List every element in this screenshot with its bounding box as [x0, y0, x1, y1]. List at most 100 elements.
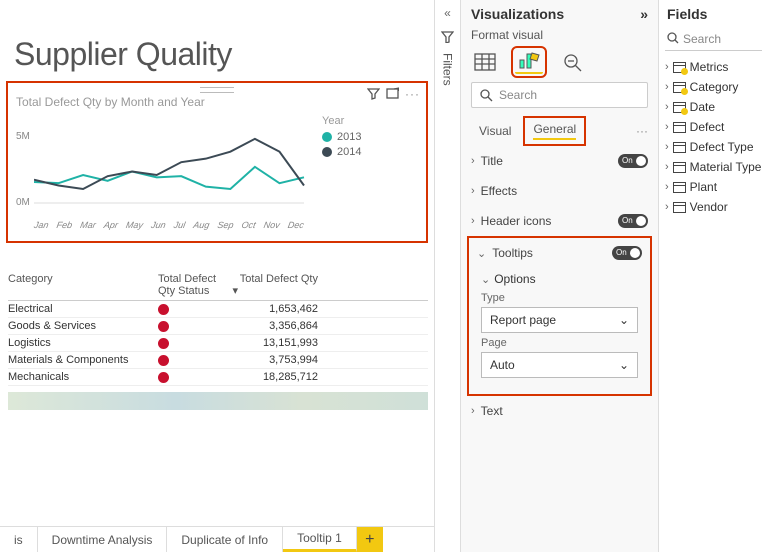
legend-item[interactable]: 2013 — [322, 131, 361, 143]
more-icon[interactable]: ··· — [405, 87, 420, 101]
col-header[interactable]: Total Defect Qty Status — [158, 273, 230, 297]
chart-legend: Year 2013 2014 — [322, 115, 361, 235]
chevron-down-icon: ⌄ — [619, 313, 629, 327]
toggle-on[interactable]: On — [618, 154, 648, 168]
x-tick: Nov — [263, 220, 281, 230]
field-item[interactable]: › Material Type — [659, 157, 768, 177]
filters-rail[interactable]: « Filters — [434, 0, 460, 552]
chevron-right-icon: › — [665, 81, 669, 93]
cell-category: Materials & Components — [8, 354, 158, 366]
chevron-down-icon: ⌄ — [619, 358, 629, 372]
chevron-right-icon: › — [471, 185, 475, 197]
table-icon — [673, 122, 686, 133]
field-item[interactable]: › Plant — [659, 177, 768, 197]
build-visual-icon[interactable] — [471, 50, 499, 74]
filter-icon[interactable] — [367, 87, 380, 100]
page-tab[interactable]: Tooltip 1 — [283, 527, 357, 552]
search-placeholder: Search — [683, 32, 721, 46]
x-tick: Feb — [56, 220, 73, 230]
legend-label: 2013 — [337, 131, 361, 143]
field-label: Date — [690, 100, 715, 114]
card-text[interactable]: ›Text — [461, 396, 658, 426]
status-dot-icon — [158, 304, 169, 315]
cell-category: Electrical — [8, 303, 158, 315]
table-icon — [673, 62, 686, 73]
legend-item[interactable]: 2014 — [322, 146, 361, 158]
page-tab[interactable]: Duplicate of Info — [167, 527, 283, 552]
format-visual-icon[interactable] — [515, 50, 543, 74]
table-row[interactable]: Mechanicals 18,285,712 — [8, 369, 428, 386]
field-label: Category — [690, 80, 739, 94]
cell-qty: 3,356,864 — [238, 320, 318, 332]
table-icon — [673, 182, 686, 193]
report-title: Supplier Quality — [14, 36, 434, 73]
chevron-right-icon: › — [471, 215, 475, 227]
table-row[interactable]: Electrical 1,653,462 — [8, 301, 428, 318]
type-select[interactable]: Report page⌄ — [481, 307, 638, 333]
card-title[interactable]: ›TitleOn — [461, 146, 658, 176]
tab-visual[interactable]: Visual — [471, 120, 519, 142]
analytics-icon[interactable] — [559, 50, 587, 74]
fields-search-input[interactable]: Search — [665, 28, 762, 51]
cell-category: Goods & Services — [8, 320, 158, 332]
chevron-down-icon: ⌄ — [477, 247, 486, 260]
drag-handle-icon[interactable] — [200, 87, 234, 93]
table-icon — [673, 82, 686, 93]
chevron-right-icon: › — [665, 201, 669, 213]
collapse-icon[interactable]: « — [444, 6, 451, 20]
type-label: Type — [481, 292, 638, 304]
table-header: Category Total Defect Qty Status▾ Total … — [8, 273, 428, 301]
options-header[interactable]: Options — [494, 272, 535, 286]
tab-general[interactable]: General — [523, 116, 586, 146]
field-item[interactable]: › Metrics — [659, 57, 768, 77]
fields-title: Fields — [659, 0, 768, 28]
table-icon — [673, 162, 686, 173]
toggle-on[interactable]: On — [618, 214, 648, 228]
field-item[interactable]: › Defect — [659, 117, 768, 137]
focus-mode-icon[interactable] — [386, 87, 399, 100]
field-label: Metrics — [690, 60, 729, 74]
add-page-button[interactable]: + — [357, 527, 383, 552]
panel-title: Visualizations — [471, 6, 564, 22]
field-label: Plant — [690, 180, 717, 194]
format-search-input[interactable]: Search — [471, 82, 648, 108]
chevron-right-icon: › — [471, 155, 475, 167]
tooltips-header[interactable]: ⌄TooltipsOn — [469, 240, 650, 266]
y-tick: 0M — [16, 197, 30, 208]
field-item[interactable]: › Category — [659, 77, 768, 97]
card-effects[interactable]: ›Effects — [461, 176, 658, 206]
cell-category: Mechanicals — [8, 371, 158, 383]
card-tooltips: ⌄TooltipsOn ⌄Options Type Report page⌄ P… — [467, 236, 652, 396]
visualizations-panel: Visualizations » Format visual Search Vi… — [460, 0, 658, 552]
table-row[interactable]: Logistics 13,151,993 — [8, 335, 428, 352]
x-tick: Aug — [192, 220, 210, 230]
page-tab[interactable]: is — [0, 527, 38, 552]
page-tab[interactable]: Downtime Analysis — [38, 527, 168, 552]
filter-icon[interactable] — [441, 30, 454, 43]
chevron-right-icon: › — [471, 405, 475, 417]
chart-visual[interactable]: ··· Total Defect Qty by Month and Year 5… — [6, 81, 428, 243]
more-icon[interactable]: ··· — [636, 124, 648, 138]
status-dot-icon — [158, 372, 169, 383]
toggle-on[interactable]: On — [612, 246, 642, 260]
table-row[interactable]: Goods & Services 3,356,864 — [8, 318, 428, 335]
col-header[interactable]: Total Defect Qty — [238, 273, 318, 297]
col-header[interactable]: Category — [8, 273, 158, 297]
chevron-right-icon: › — [665, 161, 669, 173]
field-item[interactable]: › Date — [659, 97, 768, 117]
field-label: Defect Type — [690, 140, 754, 154]
page-select[interactable]: Auto⌄ — [481, 352, 638, 378]
cell-qty: 3,753,994 — [238, 354, 318, 366]
filters-label: Filters — [441, 53, 455, 86]
field-item[interactable]: › Defect Type — [659, 137, 768, 157]
expand-icon[interactable]: » — [640, 6, 648, 22]
table-icon — [673, 202, 686, 213]
table-row[interactable]: Materials & Components 3,753,994 — [8, 352, 428, 369]
field-item[interactable]: › Vendor — [659, 197, 768, 217]
map-visual[interactable] — [8, 392, 428, 410]
card-header-icons[interactable]: ›Header iconsOn — [461, 206, 658, 236]
x-tick: Apr — [103, 220, 119, 230]
chart-plot[interactable]: 5M 0M JanFebMarAprMayJunJulAugSepOctNovD… — [16, 115, 306, 235]
status-dot-icon — [158, 338, 169, 349]
data-table[interactable]: Category Total Defect Qty Status▾ Total … — [8, 273, 428, 386]
